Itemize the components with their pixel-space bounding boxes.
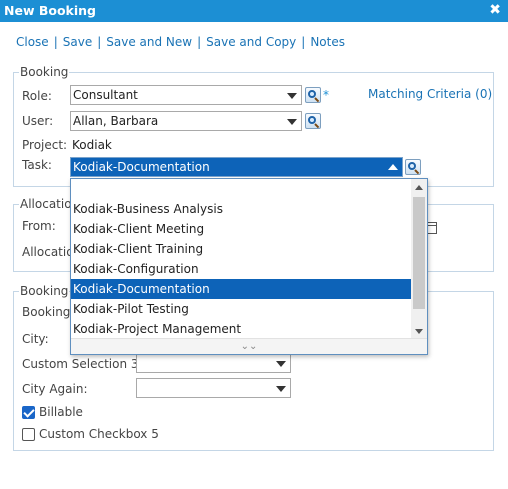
user-label: User: (22, 114, 54, 128)
dropdown-scrollbar[interactable] (411, 179, 427, 339)
required-marker: * (323, 88, 329, 102)
close-icon[interactable]: ✖ (489, 2, 501, 18)
city-again-select[interactable] (136, 378, 291, 398)
task-dropdown-list[interactable]: Kodiak-Business Analysis Kodiak-Client M… (70, 178, 428, 355)
matching-criteria-link[interactable]: Matching Criteria (0) (368, 87, 492, 101)
custom-checkbox-5[interactable] (22, 428, 35, 441)
task-select[interactable]: Kodiak-Documentation (70, 157, 403, 177)
chevron-down-icon (276, 386, 286, 392)
billable-label: Billable (39, 405, 83, 419)
task-option-empty[interactable] (71, 179, 411, 199)
project-label: Project: (22, 138, 68, 152)
role-value: Consultant (73, 88, 138, 102)
scroll-thumb[interactable] (413, 197, 425, 309)
task-option[interactable]: Kodiak-Project Management (71, 319, 411, 339)
calendar-icon[interactable] (427, 222, 437, 234)
project-value: Kodiak (72, 138, 112, 152)
booking-row-label: Booking (22, 305, 71, 319)
toolbar-separator: | (97, 35, 102, 49)
save-link[interactable]: Save (63, 35, 92, 49)
task-option[interactable]: Kodiak-Pilot Testing (71, 299, 411, 319)
toolbar-separator: | (197, 35, 202, 49)
role-select[interactable]: Consultant (70, 85, 302, 105)
billable-checkbox[interactable] (22, 406, 35, 419)
city-again-label: City Again: (22, 382, 88, 396)
scroll-down-icon[interactable] (415, 329, 423, 334)
custom-checkbox-5-label: Custom Checkbox 5 (39, 427, 159, 441)
user-value: Allan, Barbara (73, 114, 159, 128)
chevron-down-icon (276, 361, 286, 367)
notes-link[interactable]: Notes (310, 35, 345, 49)
allocation-legend: Allocatio (19, 197, 73, 211)
booking-details-legend: Booking (19, 284, 70, 298)
chevron-up-icon (388, 164, 398, 170)
toolbar-separator: | (301, 35, 306, 49)
city-label: City: (22, 332, 49, 346)
user-select[interactable]: Allan, Barbara (70, 111, 302, 131)
toolbar-separator: | (53, 35, 58, 49)
task-option[interactable]: Kodiak-Configuration (71, 259, 411, 279)
task-option-selected[interactable]: Kodiak-Documentation (71, 279, 411, 299)
scroll-up-icon[interactable] (415, 185, 423, 190)
task-option[interactable]: Kodiak-Client Meeting (71, 219, 411, 239)
dropdown-more-handle[interactable]: ⌄⌄ (71, 338, 427, 354)
title-bar: New Booking ✖ (0, 0, 508, 22)
custom-selection-label: Custom Selection 3: (22, 357, 143, 371)
task-lookup-icon[interactable] (405, 159, 421, 175)
custom-selection-select[interactable] (136, 353, 291, 373)
task-option[interactable]: Kodiak-Business Analysis (71, 199, 411, 219)
role-lookup-icon[interactable] (305, 87, 321, 103)
from-label: From: (22, 219, 56, 233)
close-link[interactable]: Close (16, 35, 49, 49)
user-lookup-icon[interactable] (305, 113, 321, 129)
save-and-copy-link[interactable]: Save and Copy (206, 35, 296, 49)
task-value: Kodiak-Documentation (73, 160, 210, 174)
task-option[interactable]: Kodiak-Client Training (71, 239, 411, 259)
toolbar: Close | Save | Save and New | Save and Copy | No… (16, 35, 345, 49)
booking-legend: Booking (19, 65, 70, 79)
role-label: Role: (22, 89, 52, 103)
chevron-down-icon (287, 93, 297, 99)
chevron-down-icon (287, 119, 297, 125)
save-and-new-link[interactable]: Save and New (106, 35, 192, 49)
window-title: New Booking (4, 3, 96, 18)
task-label: Task: (22, 158, 52, 172)
allocation-label: Allocatio (22, 245, 74, 259)
